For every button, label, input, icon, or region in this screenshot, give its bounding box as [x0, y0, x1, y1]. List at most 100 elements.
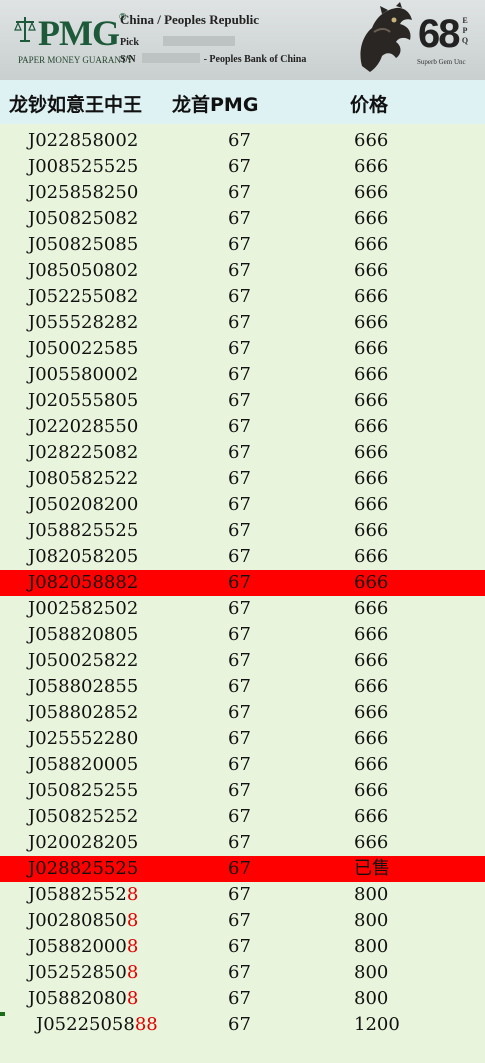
table-row: J052255082 67 666	[0, 284, 485, 310]
serial-number: J055528282	[28, 310, 138, 336]
price: 666	[354, 494, 389, 515]
serial-number: J022028550	[28, 414, 138, 440]
serial-number: J058820808	[28, 986, 138, 1012]
price: 666	[354, 780, 389, 801]
serial-number: J058802852	[28, 700, 138, 726]
serial-number: J050825252	[28, 804, 138, 830]
price: 666	[354, 234, 389, 255]
serial-base: J05882552	[28, 884, 127, 905]
serial-base: J058825525	[28, 520, 139, 541]
serial-base: J008525525	[28, 156, 139, 177]
serial-base: J050825255	[28, 780, 139, 801]
pmg-grade: 67	[228, 754, 251, 775]
table-row: J058820008 67 800	[0, 934, 485, 960]
serial-number: J008525525	[28, 154, 138, 180]
serial-number: J025552280	[28, 726, 138, 752]
serial-base: J050825252	[28, 806, 139, 827]
serial-number: J052255082	[28, 284, 138, 310]
serial-number: J028825525	[28, 856, 138, 882]
table-row: J002808508 67 800	[0, 908, 485, 934]
grade-description: Superb Gem Unc	[417, 58, 466, 66]
header-serial: 龙钞如意王中王	[9, 94, 143, 116]
table-row: J058802855 67 666	[0, 674, 485, 700]
pmg-grade: 67	[228, 988, 251, 1009]
redacted-pick	[162, 36, 235, 46]
table-row: J080582522 67 666	[0, 466, 485, 492]
serial-number: J058820005	[28, 752, 138, 778]
serial-base: J058802852	[28, 702, 139, 723]
serial-base: J05252850	[28, 962, 127, 983]
price-list: J022858002 67 666 J008525525 67 666 J025858250…	[0, 128, 485, 1038]
serial-number: J0522505888	[36, 1012, 158, 1038]
serial-number: J050208200	[28, 492, 138, 518]
table-row: J022028550 67 666	[0, 414, 485, 440]
serial-number: J025858250	[28, 180, 138, 206]
header-price: 价格	[350, 94, 389, 116]
serial-base: J002582502	[28, 598, 139, 619]
pmg-grade: 67	[228, 442, 251, 463]
table-row: J082058882 67 666	[0, 570, 485, 596]
table-row: J020028205 67 666	[0, 830, 485, 856]
pmg-grade: 67	[228, 598, 251, 619]
serial-base: J05882000	[28, 936, 127, 957]
price: 666	[354, 286, 389, 307]
serial-base: J020555805	[28, 390, 139, 411]
pmg-grade: 67	[228, 910, 251, 931]
serial-base: J05225058	[36, 1014, 135, 1035]
serial-base: J050208200	[28, 494, 139, 515]
serial-base: J058802855	[28, 676, 139, 697]
price: 666	[354, 572, 389, 593]
table-row: J028825525 67 已售	[0, 856, 485, 882]
pmg-grade: 67	[228, 572, 251, 593]
price: 已售	[354, 858, 390, 879]
pmg-grade: 67	[228, 806, 251, 827]
serial-number: J050825255	[28, 778, 138, 804]
serial-base: J080582522	[28, 468, 139, 489]
serial-base: J025858250	[28, 182, 139, 203]
serial-base: J058820005	[28, 754, 139, 775]
pmg-grade: 67	[228, 364, 251, 385]
table-row: J058825528 67 800	[0, 882, 485, 908]
dragon-head-icon	[360, 2, 412, 72]
price: 1200	[354, 1014, 400, 1035]
table-row: J058820805 67 666	[0, 622, 485, 648]
serial-number: J020028205	[28, 830, 138, 856]
price: 666	[354, 520, 389, 541]
price: 666	[354, 624, 389, 645]
serial-base: J025552280	[28, 728, 139, 749]
pmg-grade: 67	[228, 338, 251, 359]
price: 666	[354, 390, 389, 411]
serial-suffix-highlight: 8	[126, 988, 139, 1009]
table-row: J025858250 67 666	[0, 180, 485, 206]
serial-number: J005580002	[28, 362, 138, 388]
price: 666	[354, 702, 389, 723]
serial-number: J052528508	[28, 960, 138, 986]
table-row: J050825085 67 666	[0, 232, 485, 258]
price: 666	[354, 312, 389, 333]
pmg-grade: 67	[228, 780, 251, 801]
serial-suffix-highlight: 88	[134, 1014, 158, 1035]
serial-base: J082058205	[28, 546, 139, 567]
price: 666	[354, 650, 389, 671]
serial-base: J05882080	[28, 988, 127, 1009]
pmg-grade: 67	[228, 390, 251, 411]
table-row: J022858002 67 666	[0, 128, 485, 154]
table-row: J058825525 67 666	[0, 518, 485, 544]
grade-number: 68	[418, 12, 460, 56]
serial-number: J058820805	[28, 622, 138, 648]
pmg-grade: 67	[228, 832, 251, 853]
price: 666	[354, 364, 389, 385]
serial-base: J005580002	[28, 364, 139, 385]
serial-base: J022028550	[28, 416, 139, 437]
pmg-grade: 67	[228, 286, 251, 307]
table-row: J050022585 67 666	[0, 336, 485, 362]
pmg-grade: 67	[228, 260, 251, 281]
serial-suffix-highlight: 8	[126, 962, 139, 983]
pmg-grade: 67	[228, 728, 251, 749]
table-row: J050025822 67 666	[0, 648, 485, 674]
pmg-label-banner: PMG® PAPER MONEY GUARANTY China / People…	[0, 0, 485, 81]
price: 666	[354, 728, 389, 749]
serial-base: J050025822	[28, 650, 139, 671]
price: 800	[354, 936, 389, 957]
table-row: J025552280 67 666	[0, 726, 485, 752]
